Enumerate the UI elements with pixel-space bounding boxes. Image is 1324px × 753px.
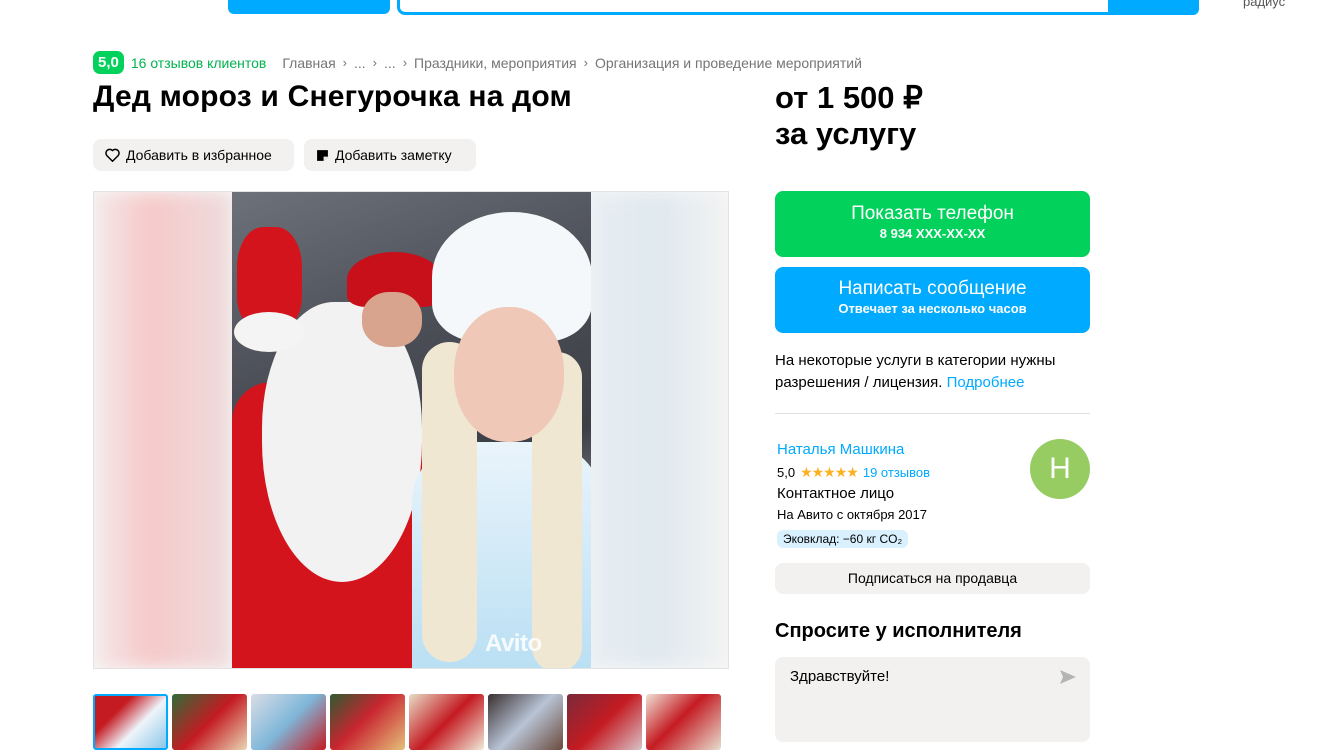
chevron-right-icon: › [342,55,347,70]
gallery-blur-left [94,192,232,668]
thumbnail[interactable] [93,694,168,750]
license-notice: На некоторые услуги в категории нужны ра… [775,350,1105,394]
star-rating-icon: ★★★★★ [800,464,859,480]
seller-rating: 5,0 ★★★★★ 19 отзывов [777,464,930,481]
breadcrumb-ellipsis[interactable]: ... [384,55,396,71]
price-amount: от 1 500 ₽ [775,80,923,115]
thumbnail[interactable] [488,694,563,750]
note-icon [317,149,328,161]
main-photo[interactable]: Avito [232,192,591,668]
search-input[interactable] [397,0,1199,15]
chevron-right-icon: › [402,55,408,70]
all-categories-button[interactable] [228,0,390,14]
seller-since: На Авито с октября 2017 [777,507,927,522]
reviews-link[interactable]: 16 отзывов клиентов [131,55,267,71]
chevron-right-icon: › [372,55,378,70]
divider [775,413,1090,414]
write-message-button[interactable]: Написать сообщение Отвечает за несколько… [775,267,1090,333]
radius-label[interactable]: радиус [1243,0,1285,9]
avatar[interactable]: Н [1030,439,1090,499]
show-phone-label: Показать телефон [851,203,1014,224]
eco-badge[interactable]: Эковклад: −60 кг CO₂ [777,530,909,548]
breadcrumb-home[interactable]: Главная [282,55,335,71]
thumbnail[interactable] [172,694,247,750]
breadcrumb-ellipsis[interactable]: ... [354,55,366,71]
gallery-blur-right [588,192,728,668]
license-more-link[interactable]: Подробнее [947,374,1025,391]
heart-icon [105,148,120,162]
add-favorite-button[interactable]: Добавить в избранное [93,139,294,171]
breadcrumb-events[interactable]: Организация и проведение мероприятий [595,55,862,71]
thumbnail[interactable] [409,694,484,750]
message-input[interactable]: Здравствуйте! [775,657,1090,742]
add-note-button[interactable]: Добавить заметку [304,139,476,171]
response-time: Отвечает за несколько часов [838,301,1027,316]
phone-number: 8 934 XXX-XX-XX [879,226,986,241]
thumbnail[interactable] [251,694,326,750]
photo-gallery[interactable]: Avito [93,191,729,669]
breadcrumb-holidays[interactable]: Праздники, мероприятия [414,55,577,71]
thumbnail[interactable] [646,694,721,750]
add-note-label: Добавить заметку [335,147,452,163]
thumbnail[interactable] [330,694,405,750]
chevron-right-icon: › [583,55,588,70]
search-button[interactable] [1108,0,1199,15]
avito-watermark: Avito [485,630,542,657]
seller-name[interactable]: Наталья Машкина [777,441,904,458]
add-favorite-label: Добавить в избранное [126,147,272,163]
subscribe-button[interactable]: Подписаться на продавца [775,563,1090,594]
thumbnail[interactable] [567,694,642,750]
price-unit: за услугу [775,116,917,151]
seller-role: Контактное лицо [777,485,895,502]
rating-badge: 5,0 [93,51,124,74]
seller-rating-score: 5,0 [777,465,796,480]
page-title: Дед мороз и Снегурочка на дом [93,80,572,113]
rating-breadcrumb-row: 5,0 16 отзывов клиентов Главная › ... › … [93,51,862,74]
write-message-label: Написать сообщение [838,278,1027,299]
show-phone-button[interactable]: Показать телефон 8 934 XXX-XX-XX [775,191,1090,257]
ask-title: Спросите у исполнителя [775,620,1022,642]
price: от 1 500 ₽ за услугу [775,80,923,152]
send-icon[interactable] [1059,669,1077,685]
seller-reviews-link[interactable]: 19 отзывов [863,465,930,480]
thumbnail-strip [93,694,725,750]
